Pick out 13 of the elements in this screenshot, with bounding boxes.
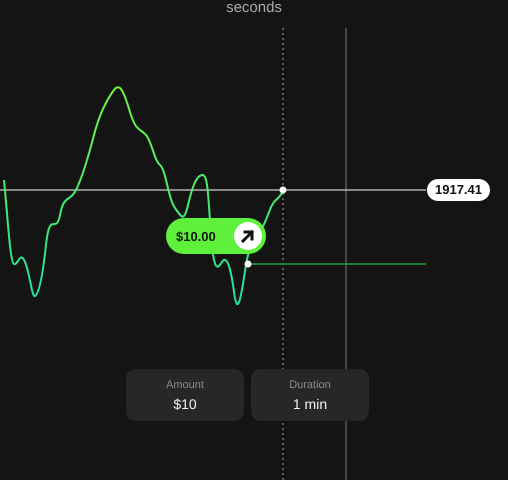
field-card[interactable]: Duration 1 min	[251, 369, 369, 421]
field-label: Amount	[166, 378, 204, 390]
arrow-up-right-icon	[234, 222, 262, 250]
entry-dot	[244, 260, 252, 268]
field-card[interactable]: Amount $10	[126, 369, 244, 421]
trade-badge[interactable]: $10.00	[166, 218, 266, 254]
price-dot	[280, 186, 286, 194]
price-label: 1917.41	[427, 179, 490, 201]
field-label: Duration	[289, 378, 331, 390]
trade-amount: $10.00	[176, 228, 216, 244]
field-value: $10	[173, 396, 197, 412]
field-value: 1 min	[292, 396, 328, 412]
header-text: seconds	[226, 0, 282, 16]
